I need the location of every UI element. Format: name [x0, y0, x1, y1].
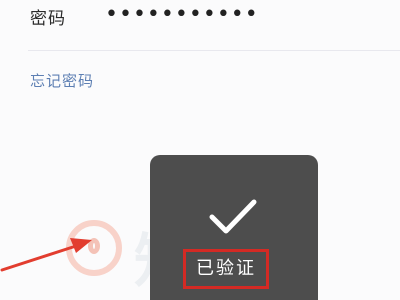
- password-divider: [28, 50, 400, 51]
- password-field[interactable]: •••••••••••: [105, 2, 365, 28]
- forgot-password-link[interactable]: 忘记密码: [30, 70, 94, 91]
- toast-message: 已验证: [196, 258, 256, 279]
- password-row: 密码 •••••••••••: [0, 0, 400, 44]
- login-screen: 密码 ••••••••••• 忘记密码 知百科 已验证: [0, 0, 400, 300]
- verification-toast: 已验证: [150, 155, 318, 300]
- toast-message-highlight-box: 已验证: [183, 249, 269, 289]
- password-label: 密码: [30, 9, 66, 29]
- annotation-arrow-icon: [0, 238, 92, 272]
- checkmark-icon: [209, 199, 257, 234]
